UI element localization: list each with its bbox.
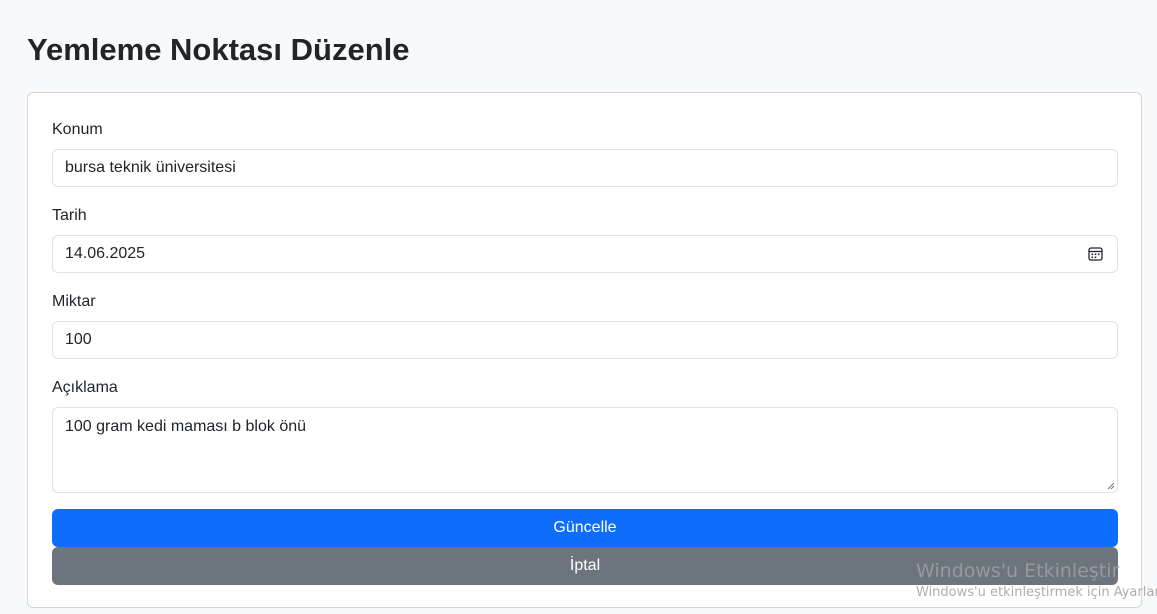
amount-value: 100 <box>65 331 92 348</box>
calendar-icon[interactable] <box>1088 246 1103 261</box>
description-label: Açıklama <box>52 379 118 396</box>
date-value: 14.06.2025 <box>65 245 146 262</box>
activation-watermark-title: Windows'u Etkinleştir <box>916 560 1120 582</box>
description-value: 100 gram kedi maması b blok önü <box>65 418 307 435</box>
amount-input[interactable]: 100 <box>52 321 1118 359</box>
date-input[interactable]: 14.06.2025 <box>52 235 1118 273</box>
location-value: bursa teknik üniversitesi <box>65 159 236 176</box>
description-textarea[interactable]: 100 gram kedi maması b blok önü <box>52 407 1118 493</box>
page-title: Yemleme Noktası Düzenle <box>27 32 410 67</box>
resize-grip-icon[interactable] <box>1107 482 1115 490</box>
edit-form-card: Konum bursa teknik üniversitesi Tarih 14… <box>27 92 1142 608</box>
location-label: Konum <box>52 121 103 138</box>
date-label: Tarih <box>52 207 87 224</box>
location-input[interactable]: bursa teknik üniversitesi <box>52 149 1118 187</box>
amount-label: Miktar <box>52 293 96 310</box>
update-button[interactable]: Güncelle <box>52 509 1118 547</box>
activation-watermark-subtitle: Windows'u etkinleştirmek için Ayarlar'a … <box>916 585 1157 600</box>
